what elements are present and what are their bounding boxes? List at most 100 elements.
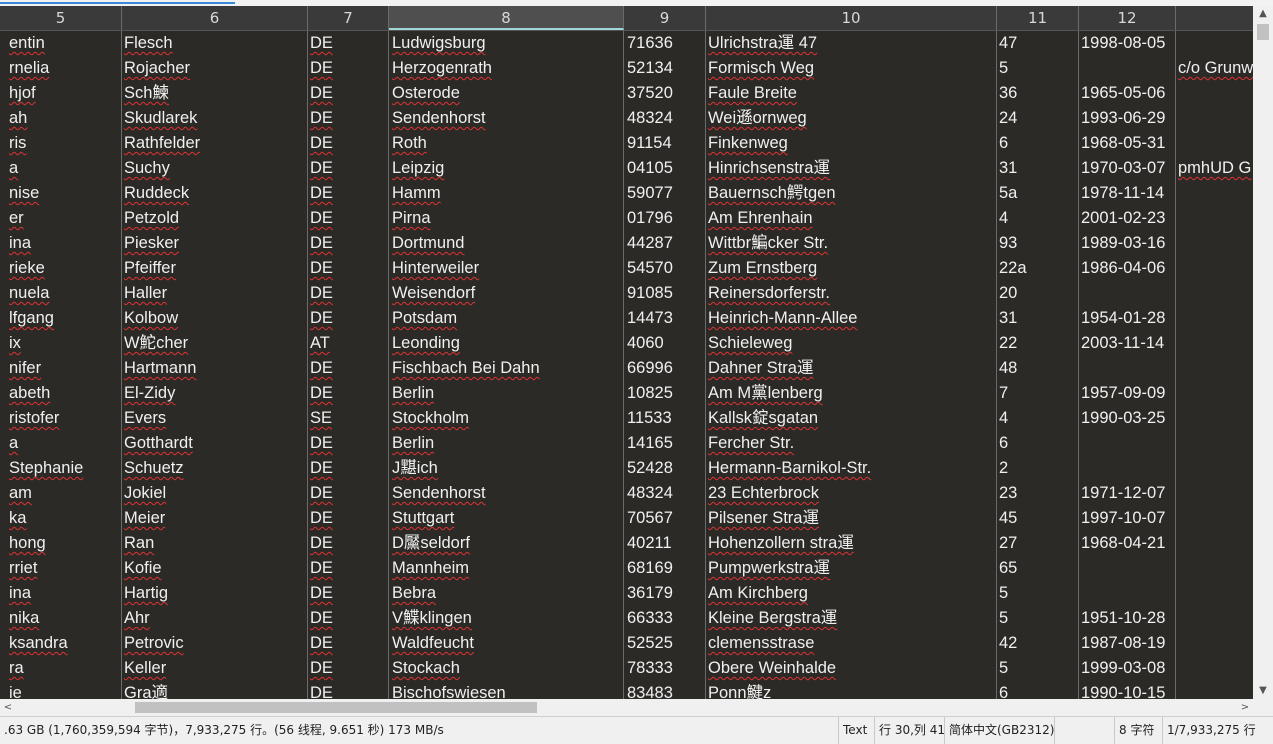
col-13-cell[interactable]: [1177, 331, 1253, 356]
col-5-cell[interactable]: hong: [8, 531, 121, 556]
col-6-cell[interactable]: Pfeiffer: [123, 256, 307, 281]
col-5-cell[interactable]: nise: [8, 181, 121, 206]
table-row[interactable]: nika Ahr DE V鰈klingen 66333 Kleine Bergstra運 5…: [0, 606, 1253, 631]
col-6-cell[interactable]: Rojacher: [123, 56, 307, 81]
col-8-cell[interactable]: Weisendorf: [391, 281, 623, 306]
col-13-cell[interactable]: [1177, 381, 1253, 406]
col-12-cell[interactable]: 1993-06-29: [1080, 106, 1175, 131]
col-13-cell[interactable]: [1177, 531, 1253, 556]
column-header-9[interactable]: 9: [624, 6, 706, 30]
col-12-cell[interactable]: 1997-10-07: [1080, 506, 1175, 531]
col-6-cell[interactable]: Gra適: [123, 681, 307, 699]
col-13-cell[interactable]: [1177, 281, 1253, 306]
col-11-cell[interactable]: 65: [998, 556, 1077, 581]
col-13-cell[interactable]: [1177, 556, 1253, 581]
col-8-cell[interactable]: Herzogenrath: [391, 56, 623, 81]
col-11-cell[interactable]: 4: [998, 406, 1077, 431]
col-8-cell[interactable]: Fischbach Bei Dahn: [391, 356, 623, 381]
table-row[interactable]: am Jokiel DE Sendenhorst 48324 23 Echterbrock…: [0, 481, 1253, 506]
table-row[interactable]: ix W鮀cher AT Leonding 4060 Schieleweg 22 2003-1…: [0, 331, 1253, 356]
col-5-cell[interactable]: nuela: [8, 281, 121, 306]
col-8-cell[interactable]: Hinterweiler: [391, 256, 623, 281]
col-5-cell[interactable]: ina: [8, 581, 121, 606]
col-12-cell[interactable]: [1080, 281, 1175, 306]
col-5-cell[interactable]: nika: [8, 606, 121, 631]
col-10-cell[interactable]: Hermann-Barnikol-Str.: [707, 456, 995, 481]
col-6-cell[interactable]: El-Zidy: [123, 381, 307, 406]
column-header-13[interactable]: [1176, 6, 1253, 30]
col-7-cell[interactable]: DE: [309, 231, 388, 256]
col-7-cell[interactable]: DE: [309, 456, 388, 481]
col-13-cell[interactable]: c/o Grunw: [1177, 56, 1253, 81]
col-11-cell[interactable]: 93: [998, 231, 1077, 256]
col-9-cell[interactable]: 36179: [626, 581, 704, 606]
col-7-cell[interactable]: DE: [309, 106, 388, 131]
col-12-cell[interactable]: 1998-08-05: [1080, 31, 1175, 56]
col-11-cell[interactable]: 6: [998, 681, 1077, 699]
col-10-cell[interactable]: Ulrichstra運 47: [707, 31, 995, 56]
col-7-cell[interactable]: DE: [309, 506, 388, 531]
col-9-cell[interactable]: 83483: [626, 681, 704, 699]
col-12-cell[interactable]: 1990-10-15: [1080, 681, 1175, 699]
col-8-cell[interactable]: V鰈klingen: [391, 606, 623, 631]
col-13-cell[interactable]: [1177, 456, 1253, 481]
col-12-cell[interactable]: 1968-05-31: [1080, 131, 1175, 156]
col-11-cell[interactable]: 31: [998, 306, 1077, 331]
col-8-cell[interactable]: Berlin: [391, 431, 623, 456]
col-13-cell[interactable]: pmhUD G: [1177, 156, 1253, 181]
col-12-cell[interactable]: 1990-03-25: [1080, 406, 1175, 431]
col-13-cell[interactable]: [1177, 231, 1253, 256]
table-row[interactable]: a Gotthardt DE Berlin 14165 Fercher Str. 6: [0, 431, 1253, 456]
col-5-cell[interactable]: ina: [8, 231, 121, 256]
col-8-cell[interactable]: Bebra: [391, 581, 623, 606]
col-10-cell[interactable]: Zum Ernstberg: [707, 256, 995, 281]
table-row[interactable]: nuela Haller DE Weisendorf 91085 Reinersdorfe…: [0, 281, 1253, 306]
col-13-cell[interactable]: [1177, 631, 1253, 656]
col-7-cell[interactable]: DE: [309, 256, 388, 281]
col-9-cell[interactable]: 44287: [626, 231, 704, 256]
col-7-cell[interactable]: DE: [309, 181, 388, 206]
col-9-cell[interactable]: 70567: [626, 506, 704, 531]
col-6-cell[interactable]: W鮀cher: [123, 331, 307, 356]
table-row[interactable]: lfgang Kolbow DE Potsdam 14473 Heinrich-Mann-…: [0, 306, 1253, 331]
col-5-cell[interactable]: nifer: [8, 356, 121, 381]
col-11-cell[interactable]: 22a: [998, 256, 1077, 281]
col-11-cell[interactable]: 5: [998, 656, 1077, 681]
col-7-cell[interactable]: DE: [309, 681, 388, 699]
col-8-cell[interactable]: Roth: [391, 131, 623, 156]
table-row[interactable]: hjof Sch鰊 DE Osterode 37520 Faule Breite 36 196…: [0, 81, 1253, 106]
col-9-cell[interactable]: 66333: [626, 606, 704, 631]
col-5-cell[interactable]: rnelia: [8, 56, 121, 81]
table-row[interactable]: ris Rathfelder DE Roth 91154 Finkenweg 6 1968-0…: [0, 131, 1253, 156]
col-8-cell[interactable]: Stockach: [391, 656, 623, 681]
col-7-cell[interactable]: DE: [309, 606, 388, 631]
col-6-cell[interactable]: Haller: [123, 281, 307, 306]
col-9-cell[interactable]: 54570: [626, 256, 704, 281]
col-12-cell[interactable]: 1970-03-07: [1080, 156, 1175, 181]
col-10-cell[interactable]: Pilsener Stra運: [707, 506, 995, 531]
col-7-cell[interactable]: DE: [309, 556, 388, 581]
col-8-cell[interactable]: Waldfeucht: [391, 631, 623, 656]
col-6-cell[interactable]: Hartmann: [123, 356, 307, 381]
col-7-cell[interactable]: DE: [309, 431, 388, 456]
table-row[interactable]: rieke Pfeiffer DE Hinterweiler 54570 Zum Erns…: [0, 256, 1253, 281]
col-8-cell[interactable]: Stockholm: [391, 406, 623, 431]
col-5-cell[interactable]: a: [8, 156, 121, 181]
col-11-cell[interactable]: 2: [998, 456, 1077, 481]
col-9-cell[interactable]: 01796: [626, 206, 704, 231]
col-8-cell[interactable]: Pirna: [391, 206, 623, 231]
vertical-scroll-thumb[interactable]: [1257, 24, 1269, 40]
col-9-cell[interactable]: 48324: [626, 481, 704, 506]
scroll-down-icon[interactable]: ▼: [1253, 683, 1273, 699]
col-10-cell[interactable]: Heinrich-Mann-Allee: [707, 306, 995, 331]
col-10-cell[interactable]: Kleine Bergstra運: [707, 606, 995, 631]
table-row[interactable]: nise Ruddeck DE Hamm 59077 Bauernsch鰐tgen 5a 19…: [0, 181, 1253, 206]
col-7-cell[interactable]: DE: [309, 81, 388, 106]
scroll-up-icon[interactable]: ▲: [1253, 6, 1273, 22]
col-9-cell[interactable]: 11533: [626, 406, 704, 431]
col-9-cell[interactable]: 48324: [626, 106, 704, 131]
col-5-cell[interactable]: ristofer: [8, 406, 121, 431]
col-5-cell[interactable]: Stephanie: [8, 456, 121, 481]
col-12-cell[interactable]: [1080, 556, 1175, 581]
col-13-cell[interactable]: [1177, 256, 1253, 281]
